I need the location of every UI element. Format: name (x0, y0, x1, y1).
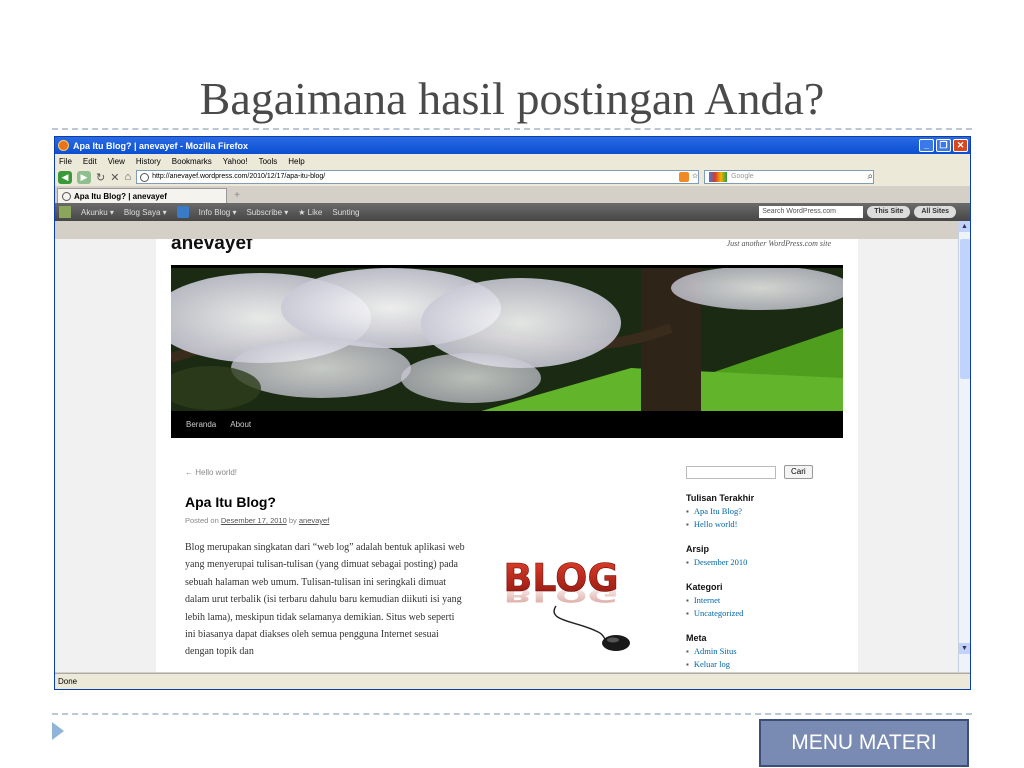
post-meta: Posted on Desember 17, 2010 by anevayef (185, 516, 329, 525)
url-text: http://anevayef.wordpress.com/2010/12/17… (152, 173, 326, 180)
close-button[interactable]: ✕ (953, 139, 968, 152)
menu-bookmarks[interactable]: Bookmarks (172, 157, 212, 166)
menu-view[interactable]: View (108, 157, 125, 166)
reload-icon[interactable]: ↻ (96, 171, 105, 184)
post-author-link[interactable]: anevayef (299, 516, 329, 525)
admin-akunku[interactable]: Akunku ▾ (81, 208, 114, 217)
previous-post-link[interactable]: ← Hello world! (185, 468, 237, 477)
blog-page: anevayef Just another WordPress.com site (156, 239, 858, 672)
page-viewport: anevayef Just another WordPress.com site (55, 239, 960, 672)
window-title: Apa Itu Blog? | anevayef - Mozilla Firef… (73, 140, 249, 151)
admin-info-blog[interactable]: Info Blog ▾ (199, 208, 237, 217)
menu-history[interactable]: History (136, 157, 161, 166)
sidebar-heading-meta: Meta (686, 633, 707, 643)
site-favicon-icon (140, 172, 150, 182)
tab-favicon-icon (62, 191, 71, 201)
site-description: Just another WordPress.com site (726, 239, 831, 248)
blog-mouse-illustration: BLOG BLOG (503, 556, 630, 651)
sidebar-search-input[interactable] (686, 465, 776, 479)
menu-edit[interactable]: Edit (83, 157, 97, 166)
bookmark-star-icon[interactable]: ☆ (692, 171, 698, 183)
home-icon[interactable]: ⌂ (124, 171, 131, 183)
blog-sidebar: Cari Tulisan Terakhir Apa Itu Blog? Hell… (686, 465, 846, 671)
tab-bar: Apa Itu Blog? | anevayef + (55, 186, 970, 203)
wordpress-search-input[interactable]: Search WordPress.com (759, 206, 864, 218)
category-link[interactable]: Internet (686, 594, 846, 607)
slide-title: Bagaimana hasil postingan Anda? (199, 73, 825, 124)
firefox-icon (58, 140, 69, 151)
sidebar-heading-categories: Kategori (686, 582, 723, 592)
meta-posted-on: Posted on (185, 516, 219, 525)
menu-beranda[interactable]: Beranda (186, 420, 216, 429)
admin-sunting[interactable]: Sunting (332, 208, 359, 217)
back-button[interactable]: ◀ (58, 170, 72, 184)
status-bar: Done (55, 673, 970, 689)
top-divider (52, 128, 972, 130)
tab-active[interactable]: Apa Itu Blog? | anevayef (57, 188, 227, 203)
blog-word: BLOG (503, 556, 618, 600)
menu-about[interactable]: About (230, 420, 251, 429)
magnifier-icon[interactable]: ⌕ (867, 171, 873, 183)
sidebar-search-button[interactable]: Cari (784, 465, 813, 479)
meta-link[interactable]: Keluar log (686, 658, 846, 671)
bullet-arrow-icon (52, 722, 64, 740)
site-title[interactable]: anevayef (171, 239, 252, 255)
menu-bar: File Edit View History Bookmarks Yahoo! … (55, 154, 970, 168)
menu-tools[interactable]: Tools (259, 157, 278, 166)
new-tab-button[interactable]: + (227, 190, 247, 203)
wordpress-logo-icon[interactable] (176, 206, 189, 218)
tab-title: Apa Itu Blog? | anevayef (74, 191, 167, 201)
rss-icon[interactable] (678, 172, 689, 182)
address-bar[interactable]: http://anevayef.wordpress.com/2010/12/17… (136, 170, 700, 184)
scroll-down-icon[interactable]: ▼ (959, 643, 970, 654)
post-date-link[interactable]: Desember 17, 2010 (221, 516, 287, 525)
wordpress-admin-bar: Akunku ▾ Blog Saya ▾ Info Blog ▾ Subscri… (55, 203, 970, 221)
scroll-thumb[interactable] (960, 239, 970, 379)
recent-post-link[interactable]: Apa Itu Blog? (686, 505, 846, 518)
menu-yahoo[interactable]: Yahoo! (223, 157, 248, 166)
meta-link[interactable]: Admin Situs (686, 645, 846, 658)
blavatar-icon[interactable] (59, 206, 71, 218)
admin-like[interactable]: ★ Like (298, 208, 322, 217)
admin-blog-saya[interactable]: Blog Saya ▾ (124, 208, 167, 217)
cherry-blossom-picture (171, 268, 843, 411)
post-body: Blog merupakan singkatan dari “web log” … (185, 542, 465, 658)
navigation-toolbar: ◀ ▶ ↻ ✕ ⌂ http://anevayef.wordpress.com/… (55, 168, 970, 186)
forward-button[interactable]: ▶ (77, 170, 91, 184)
post-title[interactable]: Apa Itu Blog? (185, 494, 276, 510)
menu-file[interactable]: File (59, 157, 72, 166)
minimize-button[interactable]: _ (919, 139, 934, 152)
menu-help[interactable]: Help (288, 157, 304, 166)
google-icon[interactable] (709, 172, 728, 182)
recent-post-link[interactable]: Hello world! (686, 518, 846, 531)
search-placeholder: Google (731, 173, 754, 180)
bottom-divider (52, 713, 972, 715)
scroll-up-icon[interactable]: ▲ (959, 221, 970, 232)
admin-subscribe[interactable]: Subscribe ▾ (246, 208, 288, 217)
header-image (171, 265, 843, 411)
all-sites-button[interactable]: All Sites (914, 206, 956, 218)
blog-menu: Beranda About (171, 411, 843, 438)
sidebar-heading-recent: Tulisan Terakhir (686, 493, 755, 503)
window-titlebar[interactable]: Apa Itu Blog? | anevayef - Mozilla Firef… (55, 137, 970, 154)
vertical-scrollbar[interactable]: ▲ ▼ (958, 221, 970, 672)
category-link[interactable]: Uncategorized (686, 607, 846, 620)
this-site-button[interactable]: This Site (867, 206, 911, 218)
archive-link[interactable]: Desember 2010 (686, 556, 846, 569)
sidebar-heading-archive: Arsip (686, 544, 710, 554)
meta-by: by (288, 516, 297, 525)
stop-icon[interactable]: ✕ (110, 171, 119, 184)
menu-materi-button[interactable]: MENU MATERI (759, 719, 969, 767)
maximize-button[interactable]: ❐ (936, 139, 951, 152)
browser-window: Apa Itu Blog? | anevayef - Mozilla Firef… (54, 136, 971, 690)
search-engine-box[interactable]: Google ⌕ (704, 170, 875, 184)
